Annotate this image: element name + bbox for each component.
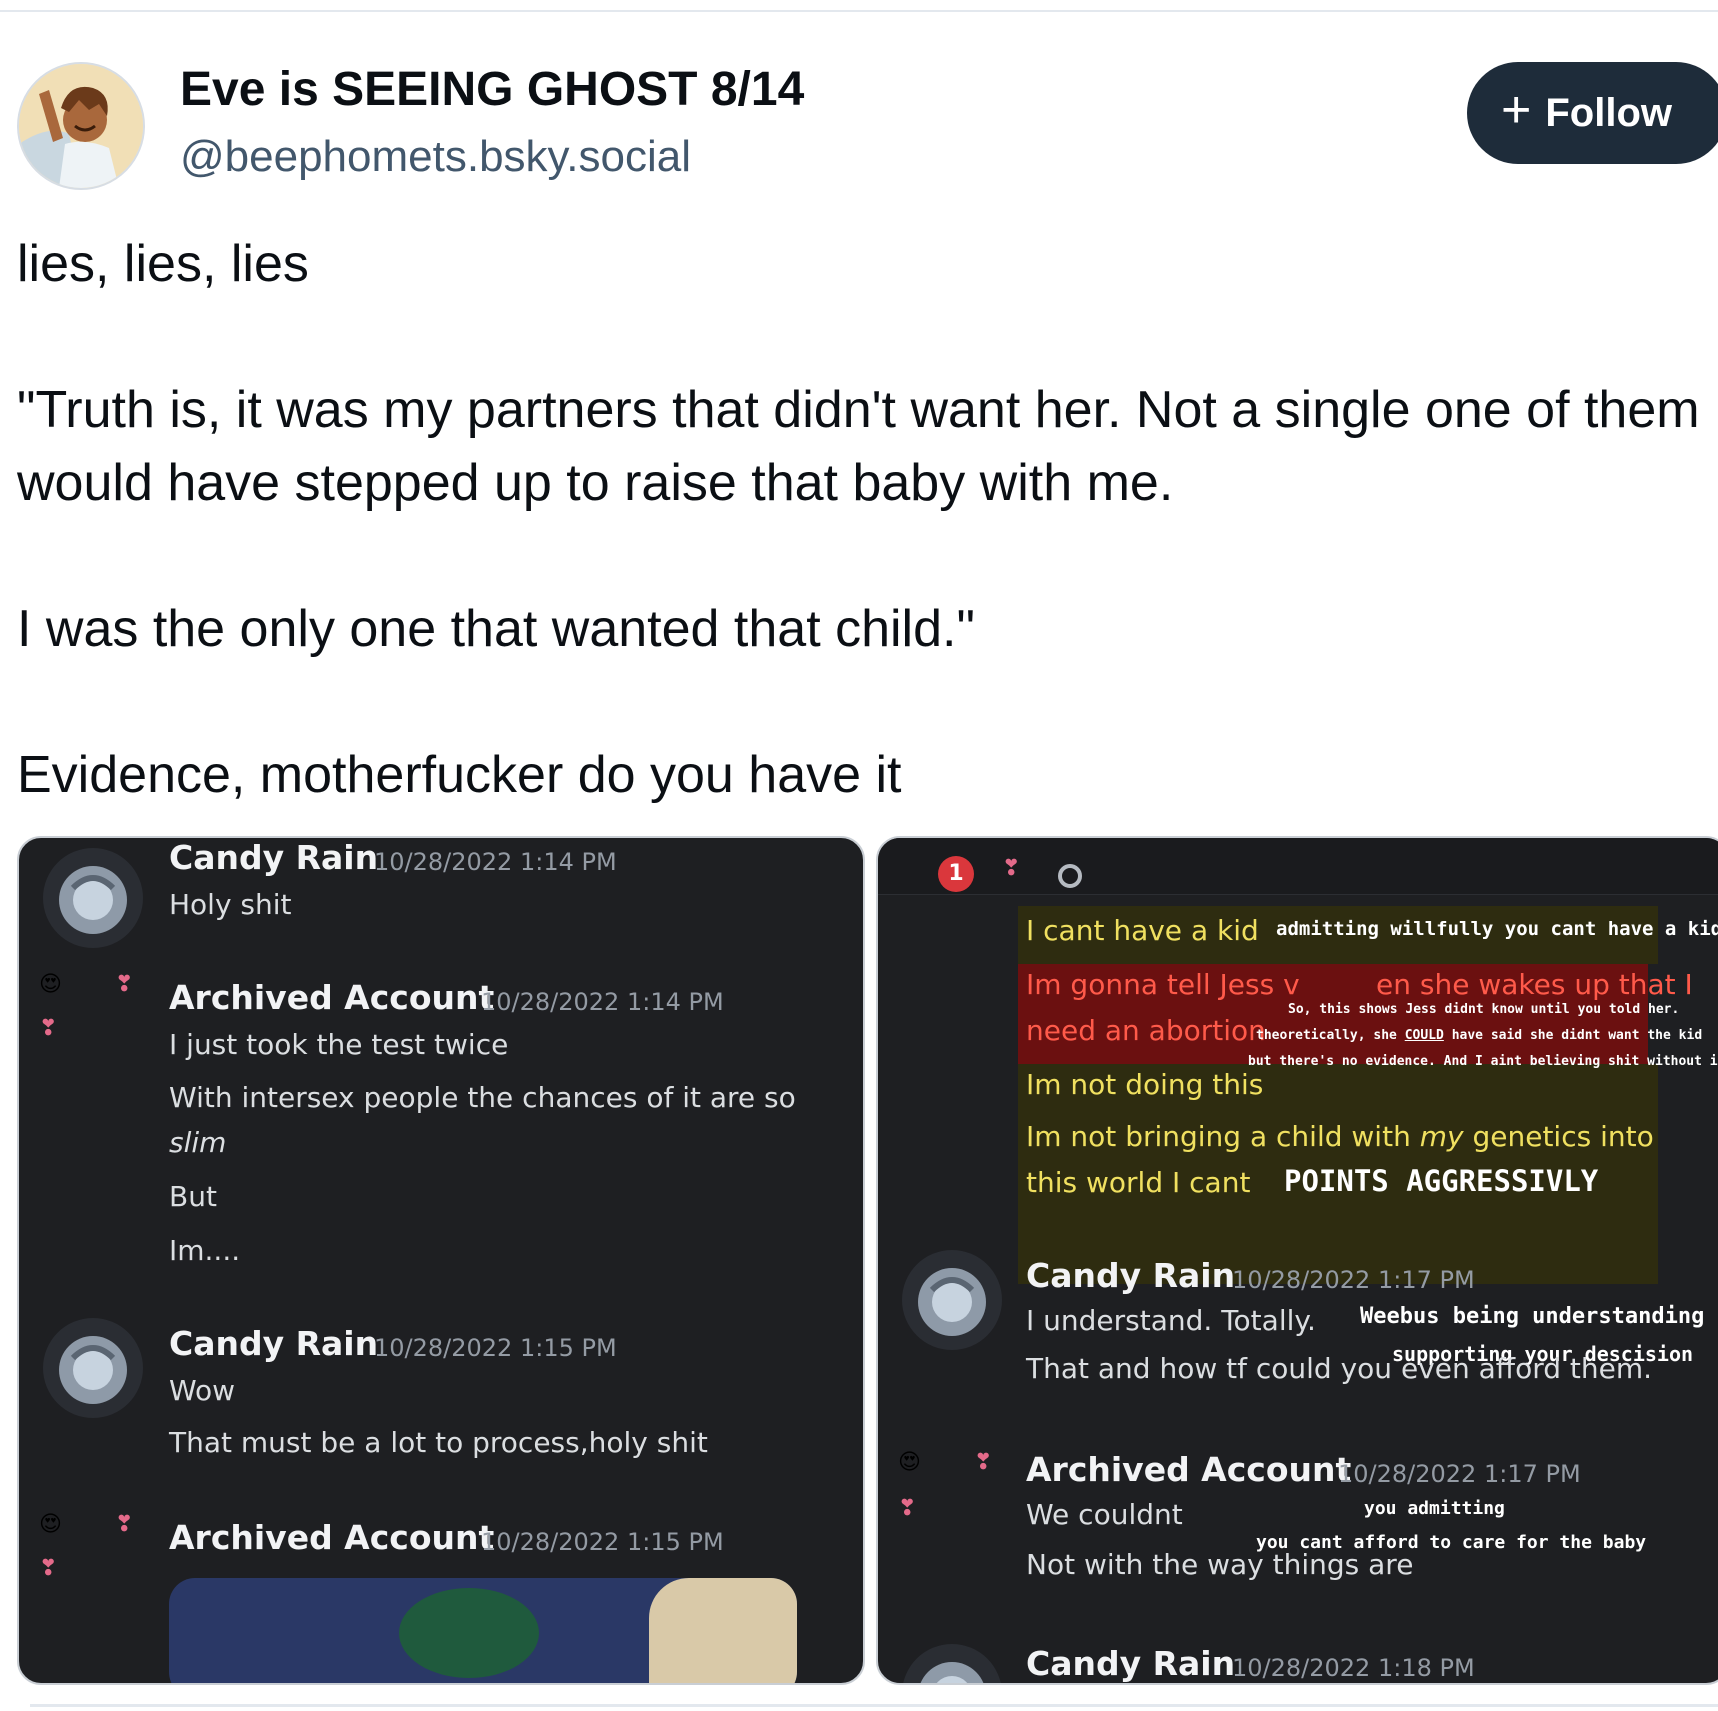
hearts-icon: ❣ [1002,856,1021,881]
message-text: I cant have a kid [1026,914,1259,947]
status-icon [1058,864,1082,888]
annotation-underlined: COULD [1404,1028,1444,1043]
message-text: Im not bringing a child with my genetics… [1026,1120,1654,1153]
message-text: With intersex people the chances of it a… [169,1081,796,1114]
follow-button[interactable]: + Follow [1467,62,1718,164]
timestamp: 10/28/2022 1:14 PM [481,988,724,1016]
message-span: Im not bringing a child with [1026,1120,1411,1153]
bottom-divider [30,1704,1718,1707]
message-text: That must be a lot to process,holy shit [169,1426,708,1459]
plus-icon: + [1501,81,1532,139]
hearts-icon: ❣ [974,1450,993,1475]
message-text: Im.... [169,1234,241,1267]
message-text: We couldnt [1026,1498,1183,1531]
message-text: slim [169,1126,226,1159]
username: Candy Rain [1026,1644,1236,1683]
annotation: theoretically, she COULD have said she d… [1256,1028,1702,1043]
hearts-icon: ❣ [898,1496,917,1521]
follow-label: Follow [1545,90,1673,135]
hearts-icon: ❣ [115,972,134,997]
hearts-icon: ❣ [39,1016,58,1041]
annotation: admitting willfully you cant have a kid [1276,918,1718,940]
message-text: this world I cant [1026,1166,1251,1199]
heart-eyes-icon: 😍 [39,972,62,997]
avatar [902,1644,1002,1683]
message-italic: slim [169,1126,227,1159]
timestamp: 10/28/2022 1:17 PM [1338,1460,1581,1488]
annotation: Weebus being understanding & [1360,1304,1718,1329]
heart-eyes-icon: 😍 [39,1512,62,1537]
message-text: Wow [169,1374,236,1407]
annotation-span: have said she didnt want the kid [1451,1028,1703,1043]
message-text: Holy shit [169,888,292,921]
message-text: I just took the test twice [169,1028,509,1061]
attached-image-right[interactable]: 1 ❣ I cant have a kid Im gonna tell Jess… [876,836,1718,1685]
timestamp: 10/28/2022 1:15 PM [481,1528,724,1556]
message-span: genetics into [1472,1120,1654,1153]
avatar[interactable] [17,62,145,190]
avatar [902,1250,1002,1350]
annotation-span: theoretically, she [1256,1028,1397,1043]
notification-badge: 1 [938,856,974,892]
message-text: But [169,1180,217,1213]
timestamp: 10/28/2022 1:14 PM [374,848,617,876]
annotation: you admitting [1364,1498,1505,1519]
timestamp: 10/28/2022 1:18 PM [1232,1654,1475,1682]
hearts-icon: ❣ [39,1556,58,1581]
username: Candy Rain [1026,1256,1236,1295]
hearts-icon: ❣ [115,1512,134,1537]
username: Candy Rain [169,1324,379,1363]
annotation: but there's no evidence. And I aint beli… [1248,1054,1718,1069]
post-text: lies, lies, lies "Truth is, it was my pa… [17,235,1700,804]
username: Archived Account [1026,1450,1352,1489]
timestamp: 10/28/2022 1:15 PM [374,1334,617,1362]
username: Archived Account [169,1518,495,1557]
heart-eyes-icon: 😍 [898,1450,921,1475]
display-name[interactable]: Eve is SEEING GHOST 8/14 [180,62,804,117]
image-attachment[interactable] [169,1578,797,1683]
user-handle[interactable]: @beephomets.bsky.social [180,132,691,182]
annotation: So, this shows Jess didnt know until you… [1288,1002,1680,1017]
annotation: POINTS AGGRESSIVLY [1284,1164,1599,1198]
top-divider [0,10,1718,12]
message-text: I understand. Totally. [1026,1304,1316,1337]
username: Candy Rain [169,838,379,877]
attached-image-left[interactable]: Candy Rain 10/28/2022 1:14 PM Holy shit … [17,836,865,1685]
avatar [43,848,143,948]
message-text: Im not doing this [1026,1068,1264,1101]
username: Archived Account [169,978,495,1017]
message-text: en she wakes up that I [1376,968,1693,1001]
message-text: That and how tf could you even afford th… [1026,1352,1653,1385]
avatar [43,1318,143,1418]
timestamp: 10/28/2022 1:17 PM [1232,1266,1475,1294]
message-text: Im gonna tell Jess v [1026,968,1300,1001]
message-italic: my [1419,1120,1464,1153]
message-text: need an abortion [1026,1014,1266,1047]
message-text: Not with the way things are [1026,1548,1414,1581]
